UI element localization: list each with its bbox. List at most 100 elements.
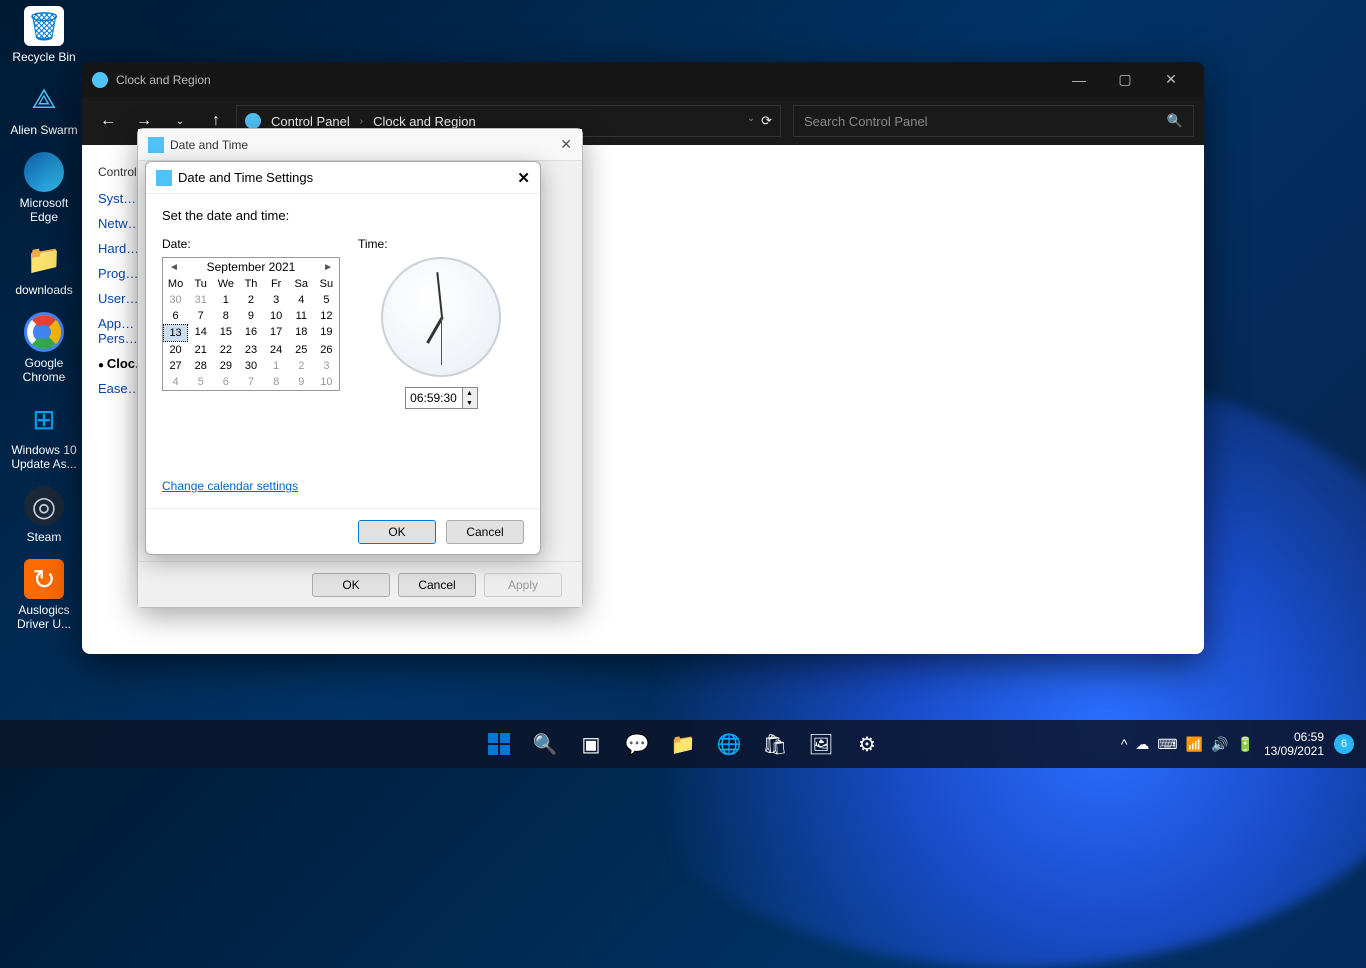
apply-button[interactable]: Apply xyxy=(484,573,562,597)
desktop-icon-downloads[interactable]: 📁downloads xyxy=(6,239,82,297)
calendar-day[interactable]: 5 xyxy=(314,292,339,308)
next-month-button[interactable]: ► xyxy=(323,262,333,273)
photos-button[interactable]: 🖼 xyxy=(801,724,841,764)
calendar-day[interactable]: 5 xyxy=(188,374,213,390)
desktop-icon-steam[interactable]: ◎Steam xyxy=(6,486,82,544)
calendar-day[interactable]: 7 xyxy=(238,374,263,390)
calendar-day[interactable]: 6 xyxy=(213,374,238,390)
calendar-day[interactable]: 13 xyxy=(163,324,188,342)
search-button[interactable]: 🔍 xyxy=(525,724,565,764)
calendar-day[interactable]: 11 xyxy=(289,308,314,324)
calendar-day[interactable]: 29 xyxy=(213,358,238,374)
maximize-button[interactable]: ▢ xyxy=(1102,62,1148,97)
cancel-button[interactable]: Cancel xyxy=(398,573,476,597)
calendar-day[interactable]: 19 xyxy=(314,324,339,342)
calendar-day[interactable]: 7 xyxy=(188,308,213,324)
tray-overflow-icon[interactable]: ^ xyxy=(1121,736,1128,752)
settings-button[interactable]: ⚙ xyxy=(847,724,887,764)
search-icon[interactable]: 🔍 xyxy=(1167,113,1183,129)
calendar-day[interactable]: 3 xyxy=(264,292,289,308)
chat-button[interactable]: 💬 xyxy=(617,724,657,764)
start-button[interactable] xyxy=(479,724,519,764)
calendar-day[interactable]: 17 xyxy=(264,324,289,342)
change-calendar-settings-link[interactable]: Change calendar settings xyxy=(162,479,298,493)
calendar-month[interactable]: September 2021 xyxy=(207,260,296,274)
desktop-icon-auslogics[interactable]: ↻Auslogics Driver U... xyxy=(6,559,82,631)
chevron-down-icon[interactable]: ⌄ xyxy=(747,113,755,129)
prev-month-button[interactable]: ◄ xyxy=(169,262,179,273)
calendar-day[interactable]: 9 xyxy=(238,308,263,324)
breadcrumb-leaf[interactable]: Clock and Region xyxy=(373,114,476,129)
notification-badge[interactable]: 6 xyxy=(1334,734,1354,754)
calendar-day[interactable]: 16 xyxy=(238,324,263,342)
time-spinner[interactable]: ▲▼ xyxy=(462,388,477,408)
desktop-icon-recycle-bin[interactable]: 🗑Recycle Bin xyxy=(6,6,82,64)
calendar-day[interactable]: 21 xyxy=(188,342,213,358)
edge-button[interactable]: 🌐 xyxy=(709,724,749,764)
dts-footer: OK Cancel xyxy=(146,508,540,554)
time-input[interactable] xyxy=(406,391,462,405)
file-explorer-button[interactable]: 📁 xyxy=(663,724,703,764)
calendar-day[interactable]: 30 xyxy=(238,358,263,374)
calendar-day[interactable]: 14 xyxy=(188,324,213,342)
calendar-day[interactable]: 12 xyxy=(314,308,339,324)
calendar-day[interactable]: 22 xyxy=(213,342,238,358)
store-button[interactable]: 🛍 xyxy=(755,724,795,764)
desktop-icon-edge[interactable]: Microsoft Edge xyxy=(6,152,82,224)
battery-icon[interactable]: 🔋 xyxy=(1237,736,1254,753)
calendar-day[interactable]: 10 xyxy=(264,308,289,324)
calendar-day[interactable]: 2 xyxy=(238,292,263,308)
desktop-icon-win10update[interactable]: ⊞Windows 10 Update As... xyxy=(6,399,82,471)
keyboard-icon[interactable]: ⌨ xyxy=(1157,736,1177,753)
nav-back-button[interactable]: ← xyxy=(92,105,124,137)
cancel-button[interactable]: Cancel xyxy=(446,520,524,544)
wifi-icon[interactable]: 📶 xyxy=(1186,736,1203,753)
dt-titlebar[interactable]: Date and Time ✕ xyxy=(138,129,582,161)
tray-clock[interactable]: 06:59 13/09/2021 xyxy=(1264,730,1324,759)
calendar-day[interactable]: 18 xyxy=(289,324,314,342)
calendar-day[interactable]: 6 xyxy=(163,308,188,324)
calendar-day[interactable]: 1 xyxy=(213,292,238,308)
volume-icon[interactable]: 🔊 xyxy=(1211,736,1228,753)
calendar-day[interactable]: 31 xyxy=(188,292,213,308)
calendar-day[interactable]: 3 xyxy=(314,358,339,374)
calendar-day[interactable]: 2 xyxy=(289,358,314,374)
desktop-icon-alien-swarm[interactable]: ⟁Alien Swarm xyxy=(6,79,82,137)
minute-hand xyxy=(436,272,443,317)
close-icon[interactable]: ✕ xyxy=(560,136,572,153)
calendar-day[interactable]: 4 xyxy=(163,374,188,390)
calendar-day[interactable]: 25 xyxy=(289,342,314,358)
desktop-icon-chrome[interactable]: Google Chrome xyxy=(6,312,82,384)
search-placeholder: Search Control Panel xyxy=(804,114,928,129)
calendar-day[interactable]: 26 xyxy=(314,342,339,358)
calendar-day[interactable]: 28 xyxy=(188,358,213,374)
calendar-day[interactable]: 9 xyxy=(289,374,314,390)
calendar-dow: Sa xyxy=(289,276,314,292)
dts-titlebar[interactable]: Date and Time Settings ✕ xyxy=(146,162,540,194)
breadcrumb-root[interactable]: Control Panel xyxy=(271,114,350,129)
calendar-day[interactable]: 8 xyxy=(264,374,289,390)
calendar-day[interactable]: 30 xyxy=(163,292,188,308)
calendar-day[interactable]: 15 xyxy=(213,324,238,342)
calendar-day[interactable]: 24 xyxy=(264,342,289,358)
calendar-day[interactable]: 1 xyxy=(264,358,289,374)
search-input[interactable]: Search Control Panel 🔍 xyxy=(793,105,1194,137)
calendar-day[interactable]: 20 xyxy=(163,342,188,358)
spin-up[interactable]: ▲ xyxy=(463,388,477,398)
close-button[interactable]: ✕ xyxy=(1148,62,1194,97)
calendar-day[interactable]: 27 xyxy=(163,358,188,374)
close-icon[interactable]: ✕ xyxy=(517,169,530,187)
ok-button[interactable]: OK xyxy=(312,573,390,597)
cp-titlebar[interactable]: Clock and Region — ▢ ✕ xyxy=(82,62,1204,97)
refresh-icon[interactable]: ⟳ xyxy=(761,113,772,129)
spin-down[interactable]: ▼ xyxy=(463,398,477,408)
calendar-day[interactable]: 23 xyxy=(238,342,263,358)
ok-button[interactable]: OK xyxy=(358,520,436,544)
time-input-group: ▲▼ xyxy=(405,387,478,409)
calendar-day[interactable]: 8 xyxy=(213,308,238,324)
calendar-day[interactable]: 10 xyxy=(314,374,339,390)
task-view-button[interactable]: ▣ xyxy=(571,724,611,764)
onedrive-icon[interactable]: ☁ xyxy=(1135,736,1149,753)
minimize-button[interactable]: — xyxy=(1056,62,1102,97)
calendar-day[interactable]: 4 xyxy=(289,292,314,308)
